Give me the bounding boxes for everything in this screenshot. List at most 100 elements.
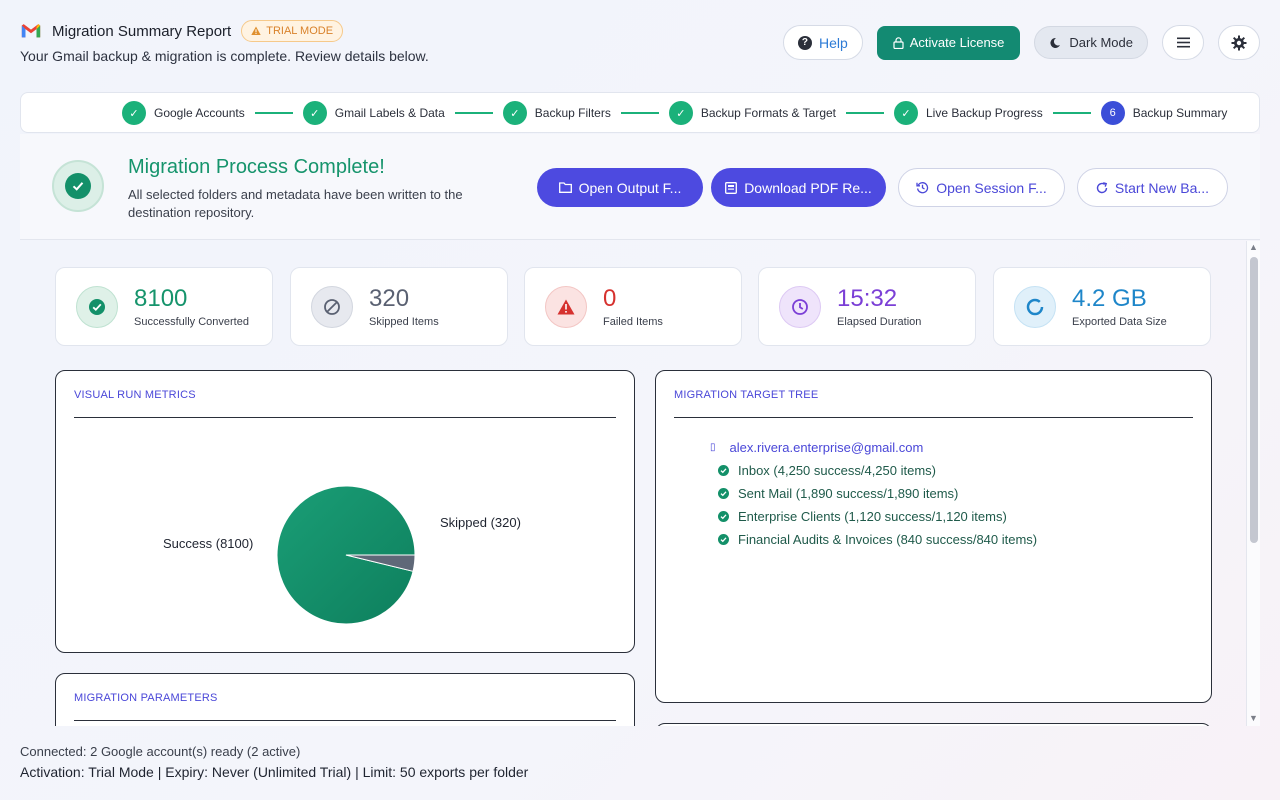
steps-row: ✓ Google Accounts ✓ Gmail Labels & Data … (122, 101, 1227, 125)
panel-divider (74, 720, 616, 721)
panel-title: MIGRATION PARAMETERS (74, 692, 218, 704)
open-session-file-button[interactable]: Open Session F... (898, 168, 1065, 207)
warning-icon (545, 286, 587, 328)
refresh-icon (1096, 181, 1108, 193)
moon-icon (1050, 37, 1061, 48)
step-label: Gmail Labels & Data (334, 106, 445, 120)
scroll-thumb[interactable] (1250, 257, 1258, 543)
tree-item-enterprise-clients[interactable]: Enterprise Clients (1,120 success/1,120 … (718, 509, 1007, 524)
stat-value: 4.2 GB (1072, 285, 1147, 312)
dark-mode-label: Dark Mode (1069, 35, 1133, 50)
check-circle-icon (718, 465, 729, 476)
app-title: Migration Summary Report (52, 22, 232, 40)
check-circle-icon (718, 534, 729, 545)
stat-label: Failed Items (603, 316, 663, 328)
panel-divider (674, 417, 1193, 418)
ban-icon (311, 286, 353, 328)
connection-status: Connected: 2 Google account(s) ready (2 … (20, 744, 301, 759)
download-pdf-report-button[interactable]: Download PDF Re... (711, 168, 886, 207)
panel-title: MIGRATION TARGET TREE (674, 389, 819, 401)
step-backup-formats-target[interactable]: ✓ Backup Formats & Target (668, 101, 836, 125)
step-check-icon: ✓ (668, 101, 693, 125)
step-google-accounts[interactable]: ✓ Google Accounts (122, 101, 245, 125)
success-check-icon (52, 160, 104, 212)
history-icon (916, 182, 929, 194)
tree-item-sent-mail[interactable]: Sent Mail (1,890 success/1,890 items) (718, 486, 958, 501)
scroll-up-icon[interactable]: ▲ (1249, 242, 1258, 252)
clock-icon (779, 286, 821, 328)
step-connector (454, 112, 493, 114)
step-gmail-labels-data[interactable]: ✓ Gmail Labels & Data (302, 101, 445, 125)
vertical-scrollbar[interactable]: ▲ ▼ (1246, 241, 1260, 726)
tree-item-inbox[interactable]: Inbox (4,250 success/4,250 items) (718, 463, 936, 478)
pie-label-success: Success (8100) (163, 536, 254, 551)
banner-description: All selected folders and metadata have b… (128, 187, 463, 220)
check-circle-icon (718, 511, 729, 522)
step-connector (620, 112, 659, 114)
menu-button[interactable] (1162, 25, 1204, 60)
step-check-icon: ✓ (302, 101, 327, 125)
step-connector (846, 112, 884, 114)
step-label: Live Backup Progress (926, 106, 1043, 120)
lock-icon (893, 36, 904, 49)
tree-root-label: alex.rivera.enterprise@gmail.com (729, 440, 924, 455)
trial-badge-label: TRIAL MODE (266, 25, 334, 37)
warning-icon (251, 26, 261, 35)
folder-icon (558, 182, 572, 193)
step-number-badge: 6 (1100, 101, 1125, 125)
migration-target-tree-panel: MIGRATION TARGET TREE ▯ alex.rivera.ente… (655, 370, 1212, 703)
disk-ring-icon (1014, 286, 1056, 328)
step-backup-filters[interactable]: ✓ Backup Filters (502, 101, 611, 125)
step-backup-summary[interactable]: 6 Backup Summary (1100, 101, 1228, 125)
step-live-backup-progress[interactable]: ✓ Live Backup Progress (894, 101, 1043, 125)
tree-item-label: Enterprise Clients (1,120 success/1,120 … (738, 509, 1007, 524)
stat-label: Successfully Converted (134, 316, 249, 328)
gear-icon (1231, 35, 1247, 50)
activate-license-button[interactable]: Activate License (876, 25, 1021, 60)
step-label: Google Accounts (154, 106, 245, 120)
secondary-panel (655, 723, 1212, 726)
summary-content[interactable]: 8100 Successfully Converted 320 Skipped … (20, 241, 1260, 726)
start-new-backup-button[interactable]: Start New Ba... (1077, 168, 1228, 207)
completion-banner: Migration Process Complete! All selected… (20, 134, 1260, 240)
wizard-stepper: ✓ Google Accounts ✓ Gmail Labels & Data … (20, 92, 1260, 133)
step-label: Backup Summary (1132, 106, 1228, 120)
scroll-down-icon[interactable]: ▼ (1249, 713, 1258, 723)
step-label: Backup Filters (534, 106, 611, 120)
tree-item-financial-audits[interactable]: Financial Audits & Invoices (840 success… (718, 532, 1037, 547)
step-connector (1052, 112, 1091, 114)
activation-status: Activation: Trial Mode | Expiry: Never (… (20, 764, 529, 780)
activate-license-label: Activate License (909, 35, 1005, 50)
account-icon: ▯ (710, 442, 716, 453)
download-pdf-label: Download PDF Re... (744, 179, 872, 196)
settings-button[interactable] (1218, 25, 1260, 60)
help-label: Help (818, 34, 848, 51)
stat-label: Skipped Items (369, 316, 439, 328)
start-new-label: Start New Ba... (1114, 179, 1210, 196)
pie-label-skipped: Skipped (320) (440, 515, 521, 530)
open-output-label: Open Output F... (578, 179, 682, 196)
stat-card-converted: 8100 Successfully Converted (55, 267, 273, 346)
stat-card-skipped: 320 Skipped Items (290, 267, 508, 346)
tree-root-account[interactable]: ▯ alex.rivera.enterprise@gmail.com (710, 440, 923, 455)
gmail-logo-icon (21, 24, 41, 38)
tree-item-label: Sent Mail (1,890 success/1,890 items) (738, 486, 959, 501)
migration-parameters-panel: MIGRATION PARAMETERS (55, 673, 635, 726)
step-check-icon: ✓ (122, 101, 146, 125)
dark-mode-toggle[interactable]: Dark Mode (1034, 26, 1148, 59)
step-label: Backup Formats & Target (700, 106, 836, 120)
panel-divider (74, 417, 616, 418)
open-output-folder-button[interactable]: Open Output F... (537, 168, 703, 207)
brand: Migration Summary Report TRIAL MODE (20, 20, 344, 42)
trial-mode-badge: TRIAL MODE (241, 20, 344, 42)
header-actions: ? Help Activate License Dark Mode (782, 25, 1260, 60)
visual-run-metrics-panel: VISUAL RUN METRICS Success (8100) Skippe… (55, 370, 635, 653)
step-check-icon: ✓ (894, 101, 918, 125)
panel-title: VISUAL RUN METRICS (74, 389, 196, 401)
step-check-icon: ✓ (502, 101, 527, 125)
help-button[interactable]: ? Help (782, 25, 863, 60)
stat-value: 15:32 (837, 285, 898, 312)
tree-item-label: Financial Audits & Invoices (840 success… (738, 532, 1038, 547)
stat-card-duration: 15:32 Elapsed Duration (758, 267, 976, 346)
step-connector (254, 112, 293, 114)
